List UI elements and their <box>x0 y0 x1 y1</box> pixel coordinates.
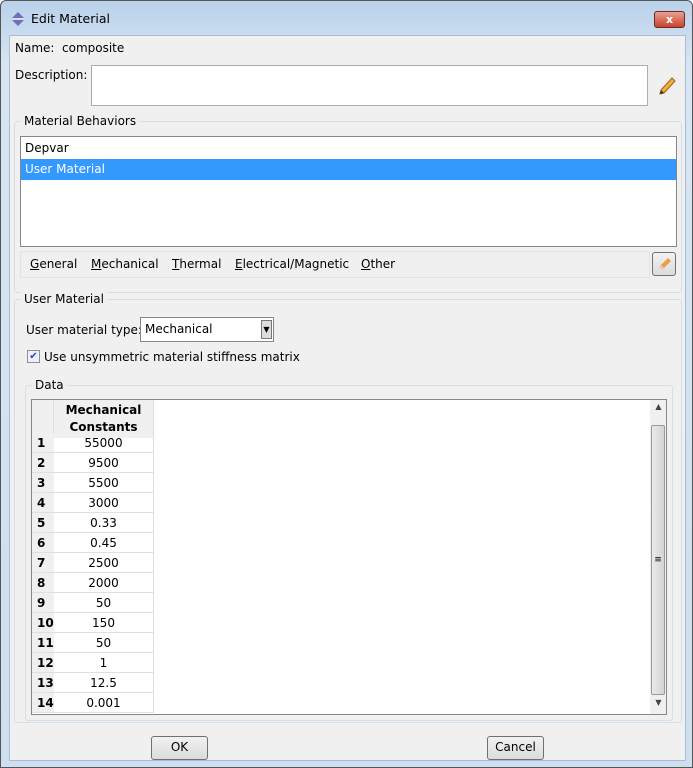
edit-pencil-icon[interactable] <box>657 76 677 98</box>
data-table[interactable]: Mechanical Constants 1 55000 2 9500 3 5500 4 30… <box>31 399 667 715</box>
scroll-up-icon[interactable]: ▲ <box>650 402 666 411</box>
table-row: 6 0.45 <box>32 533 154 553</box>
row-number[interactable]: 13 <box>32 673 54 693</box>
eraser-icon <box>659 258 671 270</box>
mechanical-constant-cell[interactable]: 5500 <box>54 473 154 493</box>
mechanical-constant-cell[interactable]: 2500 <box>54 553 154 573</box>
behavior-menu-bar: General Mechanical Thermal Electrical/Ma… <box>20 251 650 278</box>
row-number[interactable]: 9 <box>32 593 54 613</box>
unsymmetric-checkbox[interactable]: ✔ <box>27 350 40 363</box>
table-row: 5 0.33 <box>32 513 154 533</box>
mechanical-constant-cell[interactable]: 3000 <box>54 493 154 513</box>
name-label: Name: <box>15 41 55 55</box>
row-number[interactable]: 8 <box>32 573 54 593</box>
mechanical-constant-cell[interactable]: 0.45 <box>54 533 154 553</box>
row-number[interactable]: 7 <box>32 553 54 573</box>
menu-thermal[interactable]: Thermal <box>172 252 221 277</box>
row-number[interactable]: 14 <box>32 693 54 713</box>
row-number[interactable]: 12 <box>32 653 54 673</box>
material-behaviors-group: Material Behaviors Depvar User Material … <box>14 114 682 293</box>
cancel-button[interactable]: Cancel <box>487 736 544 760</box>
mechanical-constant-cell[interactable]: 2000 <box>54 573 154 593</box>
user-material-title: User Material <box>21 292 107 306</box>
behavior-item-user-material[interactable]: User Material <box>21 159 676 180</box>
description-label: Description: <box>15 68 88 82</box>
user-material-type-select[interactable]: Mechanical ▼ <box>140 317 274 342</box>
table-row: 9 50 <box>32 593 154 613</box>
name-value: composite <box>62 41 125 55</box>
mechanical-constant-cell[interactable]: 150 <box>54 613 154 633</box>
mechanical-constant-cell[interactable]: 50 <box>54 593 154 613</box>
table-row: 1 55000 <box>32 433 154 453</box>
table-row: 2 9500 <box>32 453 154 473</box>
menu-other[interactable]: Other <box>361 252 395 277</box>
table-row: 11 50 <box>32 633 154 653</box>
menu-general[interactable]: General <box>30 252 77 277</box>
user-material-type-label: User material type: <box>26 323 142 337</box>
menu-electrical-magnetic[interactable]: Electrical/Magnetic <box>235 252 349 277</box>
mechanical-constant-cell[interactable]: 50 <box>54 633 154 653</box>
ok-button[interactable]: OK <box>151 736 208 760</box>
table-row: 8 2000 <box>32 573 154 593</box>
mechanical-constant-cell[interactable]: 55000 <box>54 433 154 453</box>
scroll-thumb[interactable]: ≡ <box>651 425 665 695</box>
table-row: 13 12.5 <box>32 673 154 693</box>
row-number[interactable]: 3 <box>32 473 54 493</box>
table-row: 14 0.001 <box>32 693 154 713</box>
row-number[interactable]: 10 <box>32 613 54 633</box>
row-number[interactable]: 11 <box>32 633 54 653</box>
data-title: Data <box>32 378 67 392</box>
dialog-body: Name: composite Description: Material Be… <box>9 35 686 761</box>
behaviors-list[interactable]: Depvar User Material <box>20 136 677 247</box>
scroll-down-icon[interactable]: ▼ <box>650 698 666 707</box>
table-row: 12 1 <box>32 653 154 673</box>
user-material-type-value: Mechanical <box>145 322 213 336</box>
app-icon <box>12 12 24 26</box>
chevron-down-icon[interactable]: ▼ <box>261 320 272 339</box>
row-number[interactable]: 6 <box>32 533 54 553</box>
table-row: 3 5500 <box>32 473 154 493</box>
row-number[interactable]: 4 <box>32 493 54 513</box>
table-row: 10 150 <box>32 613 154 633</box>
behavior-item-depvar[interactable]: Depvar <box>21 138 676 159</box>
eraser-button[interactable] <box>652 252 676 276</box>
unsymmetric-label: Use unsymmetric material stiffness matri… <box>44 350 300 364</box>
row-number[interactable]: 2 <box>32 453 54 473</box>
mechanical-constant-cell[interactable]: 1 <box>54 653 154 673</box>
close-button[interactable]: x <box>654 11 685 28</box>
window-title: Edit Material <box>31 11 110 26</box>
table-row: 7 2500 <box>32 553 154 573</box>
mechanical-constant-cell[interactable]: 9500 <box>54 453 154 473</box>
menu-mechanical[interactable]: Mechanical <box>91 252 159 277</box>
edit-material-dialog: Edit Material x Name: composite Descript… <box>0 0 693 768</box>
description-input[interactable] <box>91 65 648 106</box>
mechanical-constant-cell[interactable]: 12.5 <box>54 673 154 693</box>
user-material-group: User Material User material type: Mechan… <box>14 292 682 723</box>
row-number[interactable]: 1 <box>32 433 54 453</box>
table-row: 4 3000 <box>32 493 154 513</box>
vertical-scrollbar[interactable]: ▲ ≡ ▼ <box>650 400 666 714</box>
mechanical-constant-cell[interactable]: 0.33 <box>54 513 154 533</box>
material-behaviors-title: Material Behaviors <box>21 114 140 128</box>
row-number[interactable]: 5 <box>32 513 54 533</box>
header-line-1: Mechanical <box>65 403 142 417</box>
mechanical-constant-cell[interactable]: 0.001 <box>54 693 154 713</box>
data-group: Data Mechanical Constants 1 55000 2 9500 3 55… <box>25 378 673 721</box>
